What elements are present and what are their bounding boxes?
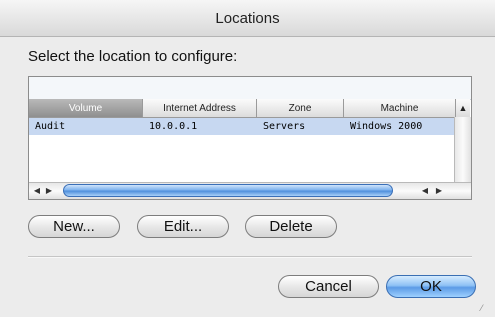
window-titlebar[interactable]: Locations	[0, 0, 495, 37]
column-header-internet-address[interactable]: Internet Address	[143, 99, 257, 117]
separator-line	[28, 256, 472, 258]
scroll-right-end-icon[interactable]: ▶	[433, 184, 445, 197]
column-header-volume[interactable]: Volume	[29, 99, 143, 117]
new-button[interactable]: New...	[28, 215, 120, 238]
vertical-scrollbar[interactable]	[454, 117, 471, 183]
window-title: Locations	[215, 9, 280, 27]
sort-toggle-icon[interactable]: ▲	[456, 99, 470, 117]
resize-grip-icon[interactable]: ⁄	[481, 303, 491, 313]
table-top-strip	[29, 77, 471, 100]
cell-volume: Audit	[35, 121, 66, 132]
scroll-right-icon[interactable]: ▶	[43, 184, 55, 197]
edit-button[interactable]: Edit...	[137, 215, 229, 238]
scroll-left-icon[interactable]: ◀	[31, 184, 43, 197]
column-header-zone[interactable]: Zone	[257, 99, 344, 117]
horizontal-scrollbar[interactable]: ◀ ▶ ◀ ▶	[29, 182, 471, 199]
cell-internet-address: 10.0.0.1	[149, 121, 198, 132]
scroll-left-end-icon[interactable]: ◀	[419, 184, 431, 197]
locations-table[interactable]: Volume Internet Address Zone Machine ▲ A…	[28, 76, 472, 200]
column-header-machine[interactable]: Machine	[344, 99, 456, 117]
scroll-thumb[interactable]	[63, 184, 393, 197]
table-row[interactable]: Audit 10.0.0.1 Servers Windows 2000	[29, 118, 455, 135]
table-header: Volume Internet Address Zone Machine ▲	[29, 99, 471, 118]
cell-machine: Windows 2000	[350, 121, 423, 132]
ok-button[interactable]: OK	[386, 275, 476, 298]
cell-zone: Servers	[263, 121, 306, 132]
prompt-label: Select the location to configure:	[28, 48, 238, 65]
cancel-button[interactable]: Cancel	[278, 275, 379, 298]
delete-button[interactable]: Delete	[245, 215, 337, 238]
